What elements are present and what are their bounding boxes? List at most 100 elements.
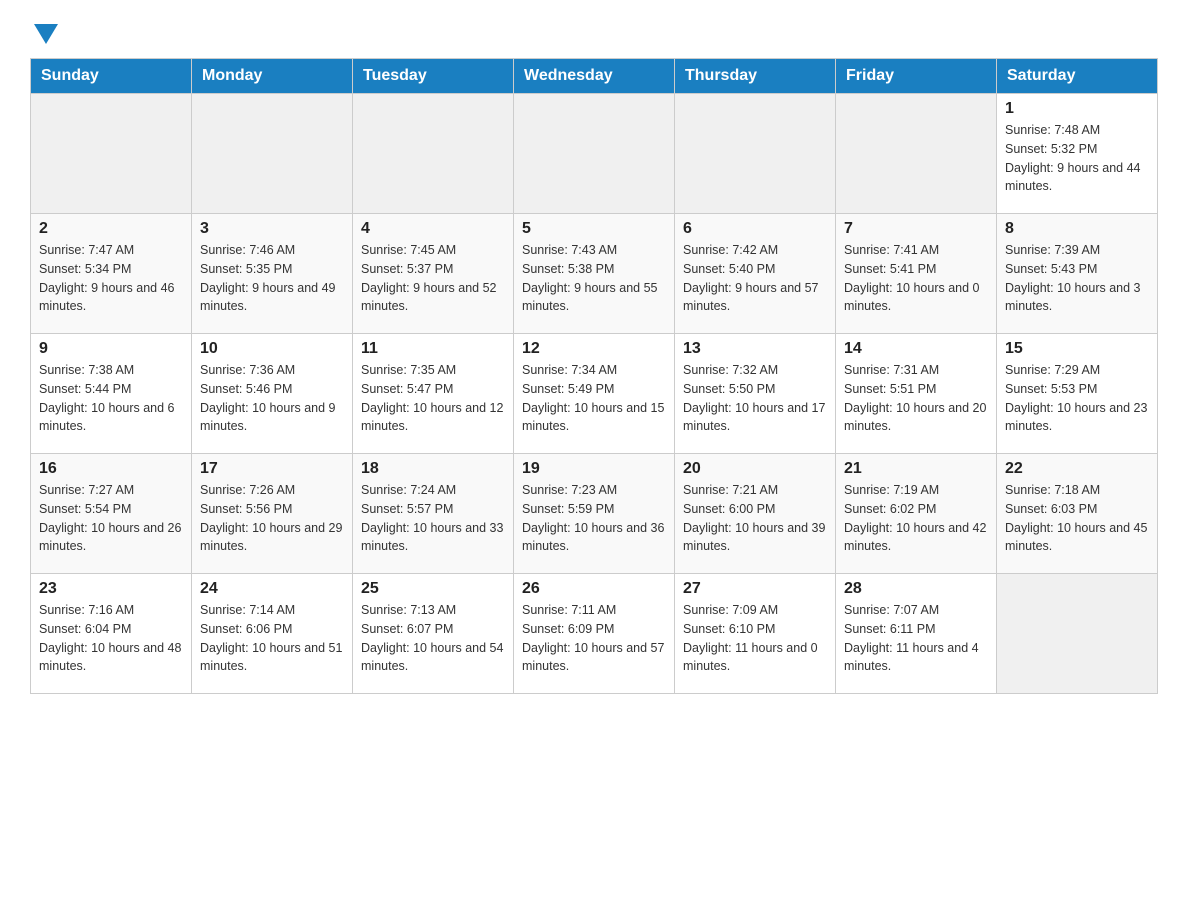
day-number: 26	[522, 580, 666, 598]
calendar-week-2: 2 Sunrise: 7:47 AMSunset: 5:34 PMDaylight…	[31, 214, 1158, 334]
day-info: Sunrise: 7:23 AMSunset: 5:59 PMDaylight:…	[522, 481, 666, 556]
page-header	[30, 20, 1158, 42]
day-info: Sunrise: 7:32 AMSunset: 5:50 PMDaylight:…	[683, 361, 827, 436]
calendar-cell: 2 Sunrise: 7:47 AMSunset: 5:34 PMDaylight…	[31, 214, 192, 334]
calendar-cell: 20 Sunrise: 7:21 AMSunset: 6:00 PMDayligh…	[675, 454, 836, 574]
day-info: Sunrise: 7:47 AMSunset: 5:34 PMDaylight:…	[39, 241, 183, 316]
calendar-cell: 5Sunrise: 7:43 AMSunset: 5:38 PMDaylight…	[514, 214, 675, 334]
day-number: 27	[683, 580, 827, 598]
calendar-cell: 23 Sunrise: 7:16 AMSunset: 6:04 PMDayligh…	[31, 574, 192, 694]
calendar-cell	[514, 94, 675, 214]
day-number: 15	[1005, 340, 1149, 358]
day-info: Sunrise: 7:16 AMSunset: 6:04 PMDaylight:…	[39, 601, 183, 676]
day-info: Sunrise: 7:35 AMSunset: 5:47 PMDaylight:…	[361, 361, 505, 436]
day-info: Sunrise: 7:21 AMSunset: 6:00 PMDaylight:…	[683, 481, 827, 556]
calendar-cell: 24 Sunrise: 7:14 AMSunset: 6:06 PMDayligh…	[192, 574, 353, 694]
day-info: Sunrise: 7:43 AMSunset: 5:38 PMDaylight:…	[522, 241, 666, 316]
calendar-cell: 22 Sunrise: 7:18 AMSunset: 6:03 PMDayligh…	[997, 454, 1158, 574]
calendar-cell: 16 Sunrise: 7:27 AMSunset: 5:54 PMDayligh…	[31, 454, 192, 574]
day-info: Sunrise: 7:42 AMSunset: 5:40 PMDaylight:…	[683, 241, 827, 316]
day-info: Sunrise: 7:24 AMSunset: 5:57 PMDaylight:…	[361, 481, 505, 556]
calendar-cell: 26 Sunrise: 7:11 AMSunset: 6:09 PMDayligh…	[514, 574, 675, 694]
day-info: Sunrise: 7:41 AMSunset: 5:41 PMDaylight:…	[844, 241, 988, 316]
calendar-cell: 12Sunrise: 7:34 AMSunset: 5:49 PMDayligh…	[514, 334, 675, 454]
day-number: 7	[844, 220, 988, 238]
calendar-cell	[675, 94, 836, 214]
calendar-cell	[353, 94, 514, 214]
day-number: 25	[361, 580, 505, 598]
day-number: 22	[1005, 460, 1149, 478]
day-header-saturday: Saturday	[997, 59, 1158, 94]
calendar-cell: 1 Sunrise: 7:48 AMSunset: 5:32 PMDaylight…	[997, 94, 1158, 214]
day-number: 18	[361, 460, 505, 478]
day-header-thursday: Thursday	[675, 59, 836, 94]
day-number: 10	[200, 340, 344, 358]
calendar-cell: 3 Sunrise: 7:46 AMSunset: 5:35 PMDaylight…	[192, 214, 353, 334]
day-number: 6	[683, 220, 827, 238]
day-info: Sunrise: 7:38 AMSunset: 5:44 PMDaylight:…	[39, 361, 183, 436]
calendar-week-5: 23 Sunrise: 7:16 AMSunset: 6:04 PMDayligh…	[31, 574, 1158, 694]
calendar-week-4: 16 Sunrise: 7:27 AMSunset: 5:54 PMDayligh…	[31, 454, 1158, 574]
calendar-cell: 9 Sunrise: 7:38 AMSunset: 5:44 PMDaylight…	[31, 334, 192, 454]
day-number: 20	[683, 460, 827, 478]
day-number: 17	[200, 460, 344, 478]
day-number: 24	[200, 580, 344, 598]
day-number: 16	[39, 460, 183, 478]
day-header-sunday: Sunday	[31, 59, 192, 94]
logo-triangle-icon	[34, 24, 58, 44]
calendar-cell: 13 Sunrise: 7:32 AMSunset: 5:50 PMDayligh…	[675, 334, 836, 454]
day-number: 14	[844, 340, 988, 358]
calendar-cell	[31, 94, 192, 214]
calendar-cell: 25Sunrise: 7:13 AMSunset: 6:07 PMDayligh…	[353, 574, 514, 694]
day-header-wednesday: Wednesday	[514, 59, 675, 94]
day-info: Sunrise: 7:19 AMSunset: 6:02 PMDaylight:…	[844, 481, 988, 556]
day-info: Sunrise: 7:29 AMSunset: 5:53 PMDaylight:…	[1005, 361, 1149, 436]
day-number: 21	[844, 460, 988, 478]
calendar-cell: 27 Sunrise: 7:09 AMSunset: 6:10 PMDayligh…	[675, 574, 836, 694]
day-number: 9	[39, 340, 183, 358]
calendar-cell: 14 Sunrise: 7:31 AMSunset: 5:51 PMDayligh…	[836, 334, 997, 454]
day-info: Sunrise: 7:14 AMSunset: 6:06 PMDaylight:…	[200, 601, 344, 676]
calendar-cell: 28Sunrise: 7:07 AMSunset: 6:11 PMDayligh…	[836, 574, 997, 694]
calendar-cell	[192, 94, 353, 214]
calendar-header-row: SundayMondayTuesdayWednesdayThursdayFrid…	[31, 59, 1158, 94]
day-header-tuesday: Tuesday	[353, 59, 514, 94]
logo	[30, 20, 58, 42]
day-info: Sunrise: 7:39 AMSunset: 5:43 PMDaylight:…	[1005, 241, 1149, 316]
calendar-body: 1 Sunrise: 7:48 AMSunset: 5:32 PMDaylight…	[31, 94, 1158, 694]
day-number: 28	[844, 580, 988, 598]
calendar-cell: 8Sunrise: 7:39 AMSunset: 5:43 PMDaylight…	[997, 214, 1158, 334]
day-info: Sunrise: 7:31 AMSunset: 5:51 PMDaylight:…	[844, 361, 988, 436]
calendar-cell: 4Sunrise: 7:45 AMSunset: 5:37 PMDaylight…	[353, 214, 514, 334]
day-number: 3	[200, 220, 344, 238]
calendar-cell: 7 Sunrise: 7:41 AMSunset: 5:41 PMDaylight…	[836, 214, 997, 334]
day-number: 1	[1005, 100, 1149, 118]
day-info: Sunrise: 7:46 AMSunset: 5:35 PMDaylight:…	[200, 241, 344, 316]
day-header-friday: Friday	[836, 59, 997, 94]
calendar-cell: 10 Sunrise: 7:36 AMSunset: 5:46 PMDayligh…	[192, 334, 353, 454]
day-number: 23	[39, 580, 183, 598]
calendar-cell: 11Sunrise: 7:35 AMSunset: 5:47 PMDayligh…	[353, 334, 514, 454]
day-number: 19	[522, 460, 666, 478]
day-info: Sunrise: 7:48 AMSunset: 5:32 PMDaylight:…	[1005, 121, 1149, 196]
day-info: Sunrise: 7:11 AMSunset: 6:09 PMDaylight:…	[522, 601, 666, 676]
calendar-week-3: 9 Sunrise: 7:38 AMSunset: 5:44 PMDaylight…	[31, 334, 1158, 454]
calendar-week-1: 1 Sunrise: 7:48 AMSunset: 5:32 PMDaylight…	[31, 94, 1158, 214]
calendar-cell: 19 Sunrise: 7:23 AMSunset: 5:59 PMDayligh…	[514, 454, 675, 574]
calendar-cell: 17 Sunrise: 7:26 AMSunset: 5:56 PMDayligh…	[192, 454, 353, 574]
day-number: 12	[522, 340, 666, 358]
day-info: Sunrise: 7:09 AMSunset: 6:10 PMDaylight:…	[683, 601, 827, 676]
calendar-cell: 21 Sunrise: 7:19 AMSunset: 6:02 PMDayligh…	[836, 454, 997, 574]
day-number: 4	[361, 220, 505, 238]
day-header-monday: Monday	[192, 59, 353, 94]
calendar-cell: 6 Sunrise: 7:42 AMSunset: 5:40 PMDaylight…	[675, 214, 836, 334]
day-info: Sunrise: 7:27 AMSunset: 5:54 PMDaylight:…	[39, 481, 183, 556]
calendar-cell	[836, 94, 997, 214]
calendar-cell: 18 Sunrise: 7:24 AMSunset: 5:57 PMDayligh…	[353, 454, 514, 574]
day-info: Sunrise: 7:36 AMSunset: 5:46 PMDaylight:…	[200, 361, 344, 436]
day-info: Sunrise: 7:18 AMSunset: 6:03 PMDaylight:…	[1005, 481, 1149, 556]
calendar-cell: 15 Sunrise: 7:29 AMSunset: 5:53 PMDayligh…	[997, 334, 1158, 454]
day-number: 2	[39, 220, 183, 238]
day-info: Sunrise: 7:26 AMSunset: 5:56 PMDaylight:…	[200, 481, 344, 556]
day-number: 13	[683, 340, 827, 358]
